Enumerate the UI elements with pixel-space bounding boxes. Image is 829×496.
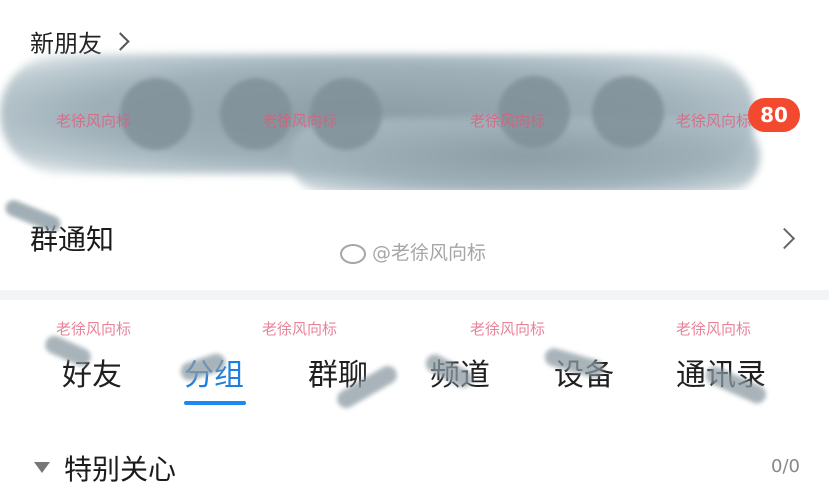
special-care-group[interactable]: 特别关心 0/0 (30, 446, 800, 490)
watermark: 老徐风向标 (56, 112, 132, 130)
weibo-watermark: @老徐风向标 (340, 238, 486, 265)
unread-count-badge: 80 (748, 98, 800, 132)
watermark: 老徐风向标 (676, 112, 752, 130)
watermark: 老徐风向标 (262, 320, 338, 338)
chevron-right-icon (111, 32, 130, 51)
weibo-logo-icon (340, 243, 366, 264)
watermark: 老徐风向标 (470, 112, 546, 130)
watermark: 老徐风向标 (56, 320, 132, 338)
watermark: 老徐风向标 (470, 320, 546, 338)
new-friends-section: 新朋友 80 (0, 0, 829, 194)
special-care-count: 0/0 (771, 456, 800, 477)
avatar[interactable] (592, 76, 664, 148)
active-tab-indicator (184, 401, 246, 405)
watermark: 老徐风向标 (676, 320, 752, 338)
watermark: 老徐风向标 (262, 112, 338, 130)
contacts-tab-bar: 好友 分组 群聊 频道 设备 通讯录 (0, 350, 829, 410)
weibo-handle: @老徐风向标 (372, 242, 487, 264)
caret-down-icon (34, 462, 50, 473)
special-care-title: 特别关心 (64, 453, 177, 486)
chevron-right-icon (773, 227, 796, 249)
